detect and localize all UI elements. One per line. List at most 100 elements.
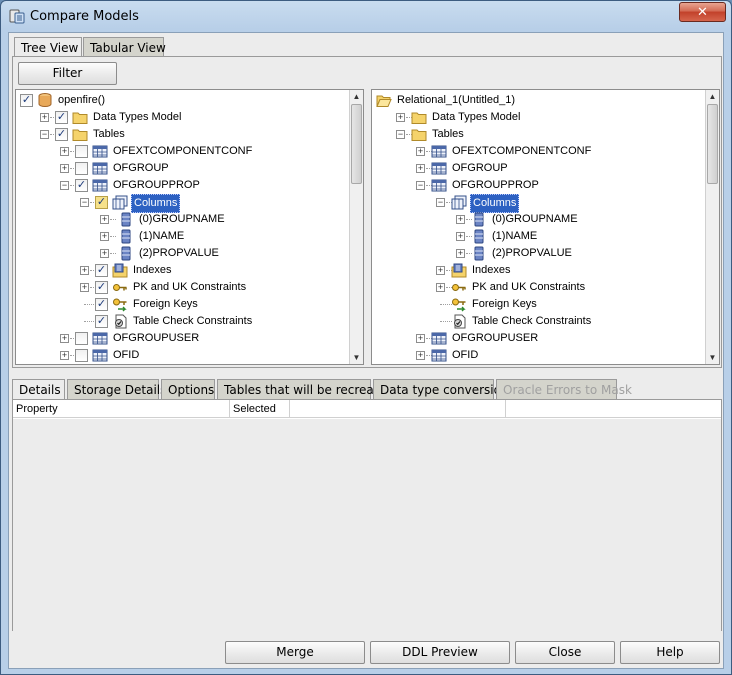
expand-icon[interactable]: + bbox=[100, 215, 109, 224]
expand-icon[interactable]: + bbox=[436, 283, 445, 292]
expand-icon[interactable]: + bbox=[396, 113, 405, 122]
tree-node-label: PK and UK Constraints bbox=[133, 281, 247, 293]
merge-button[interactable]: Merge bbox=[225, 641, 365, 664]
collapse-icon[interactable]: − bbox=[396, 130, 405, 139]
help-button[interactable]: Help bbox=[620, 641, 720, 664]
column-header-blank[interactable] bbox=[506, 400, 722, 418]
expand-icon[interactable]: + bbox=[416, 164, 425, 173]
expand-icon[interactable]: + bbox=[416, 147, 425, 156]
tab-storage-details[interactable]: Storage Details bbox=[67, 379, 166, 399]
scroll-down-arrow-icon[interactable]: ▼ bbox=[350, 351, 363, 364]
tree-node-pk-and-uk-constraints[interactable]: + ✓ PK and UK Constraints bbox=[16, 279, 346, 296]
tree-node-ofextcomponentconf[interactable]: + OFEXTCOMPONENTCONF bbox=[372, 143, 702, 160]
expand-icon[interactable]: + bbox=[60, 147, 69, 156]
tree-node-tables[interactable]: − ✓ Tables bbox=[16, 126, 346, 143]
tree-node-ofgroup[interactable]: + OFGROUP bbox=[16, 160, 346, 177]
column-header-property[interactable]: Property bbox=[13, 400, 230, 418]
collapse-icon[interactable]: − bbox=[40, 130, 49, 139]
checkbox[interactable] bbox=[75, 145, 88, 158]
checkbox[interactable]: ✓ bbox=[95, 315, 108, 328]
tree-node-table-check-constraints[interactable]: ✓ Table Check Constraints bbox=[16, 313, 346, 330]
tree-node-openfire[interactable]: ✓ openfire() bbox=[16, 92, 346, 109]
scroll-down-arrow-icon[interactable]: ▼ bbox=[706, 351, 719, 364]
collapse-icon[interactable]: − bbox=[60, 181, 69, 190]
expand-icon[interactable]: + bbox=[80, 283, 89, 292]
checkbox[interactable] bbox=[75, 349, 88, 362]
tree-node-data-types-model[interactable]: + ✓ Data Types Model bbox=[16, 109, 346, 126]
checkbox[interactable]: ✓ bbox=[95, 281, 108, 294]
right-tree-scrollbar[interactable]: ▲ ▼ bbox=[705, 90, 719, 364]
tree-node-ofgroupuser[interactable]: + OFGROUPUSER bbox=[372, 330, 702, 347]
expand-icon[interactable]: + bbox=[456, 249, 465, 258]
tree-node-1-name[interactable]: + (1)NAME bbox=[372, 228, 702, 245]
checkbox[interactable]: ✓ bbox=[20, 94, 33, 107]
window-close-button[interactable]: ✕ bbox=[679, 2, 726, 22]
collapse-icon[interactable]: − bbox=[416, 181, 425, 190]
tree-node-2-propvalue[interactable]: + (2)PROPVALUE bbox=[372, 245, 702, 262]
expand-icon[interactable]: + bbox=[436, 266, 445, 275]
tree-node-foreign-keys[interactable]: Foreign Keys bbox=[372, 296, 702, 313]
tree-node-ofgroupprop[interactable]: − ✓ OFGROUPPROP bbox=[16, 177, 346, 194]
checkbox[interactable]: ✓ bbox=[55, 128, 68, 141]
scroll-up-arrow-icon[interactable]: ▲ bbox=[350, 90, 363, 103]
tree-node-1-name[interactable]: + (1)NAME bbox=[16, 228, 346, 245]
scroll-thumb[interactable] bbox=[351, 104, 362, 184]
tab-tree-view[interactable]: Tree View bbox=[14, 37, 82, 58]
expand-icon[interactable]: + bbox=[80, 266, 89, 275]
close-button[interactable]: Close bbox=[515, 641, 615, 664]
tree-node-ofextcomponentconf[interactable]: + OFEXTCOMPONENTCONF bbox=[16, 143, 346, 160]
tab-tables-recreated[interactable]: Tables that will be recreated bbox=[217, 379, 394, 399]
expand-icon[interactable]: + bbox=[60, 351, 69, 360]
tree-node-indexes[interactable]: + ✓ Indexes bbox=[16, 262, 346, 279]
checkbox[interactable]: ✓ bbox=[95, 196, 108, 209]
tree-node-ofid[interactable]: + OFID bbox=[16, 347, 346, 364]
expand-icon[interactable]: + bbox=[416, 351, 425, 360]
expand-icon[interactable]: + bbox=[60, 164, 69, 173]
expand-icon[interactable]: + bbox=[40, 113, 49, 122]
tree-node-ofid[interactable]: + OFID bbox=[372, 347, 702, 364]
tree-node-pk-and-uk-constraints[interactable]: + PK and UK Constraints bbox=[372, 279, 702, 296]
expand-icon[interactable]: + bbox=[100, 232, 109, 241]
checkbox[interactable]: ✓ bbox=[75, 179, 88, 192]
tree-node-0-groupname[interactable]: + (0)GROUPNAME bbox=[16, 211, 346, 228]
tree-node-relational-1-untitled-1[interactable]: Relational_1(Untitled_1) bbox=[372, 92, 702, 109]
scroll-thumb[interactable] bbox=[707, 104, 718, 184]
tree-node-columns[interactable]: − ✓ Columns bbox=[16, 194, 346, 213]
collapse-icon[interactable]: − bbox=[436, 198, 445, 207]
tree-node-0-groupname[interactable]: + (0)GROUPNAME bbox=[372, 211, 702, 228]
tab-options[interactable]: Options bbox=[161, 379, 215, 399]
source-model-tree[interactable]: ▲ ▼ ✓ openfire() + ✓ Data Types Model − ✓ Table… bbox=[15, 89, 364, 365]
title-bar[interactable]: Compare Models ✕ bbox=[1, 1, 731, 31]
checkbox[interactable]: ✓ bbox=[95, 264, 108, 277]
expand-icon[interactable]: + bbox=[456, 232, 465, 241]
checkbox[interactable] bbox=[75, 162, 88, 175]
collapse-icon[interactable]: − bbox=[80, 198, 89, 207]
target-model-tree[interactable]: ▲ ▼ Relational_1(Untitled_1) + Data Types … bbox=[371, 89, 720, 365]
tree-node-ofgroupuser[interactable]: + OFGROUPUSER bbox=[16, 330, 346, 347]
tab-data-type-conversion[interactable]: Data type conversion bbox=[373, 379, 509, 399]
column-header-selected[interactable]: Selected bbox=[230, 400, 290, 418]
ddl-preview-button[interactable]: DDL Preview bbox=[370, 641, 510, 664]
tree-node-tables[interactable]: − Tables bbox=[372, 126, 702, 143]
filter-button[interactable]: Filter bbox=[18, 62, 117, 85]
tree-node-foreign-keys[interactable]: ✓ Foreign Keys bbox=[16, 296, 346, 313]
tree-node-2-propvalue[interactable]: + (2)PROPVALUE bbox=[16, 245, 346, 262]
checkbox[interactable] bbox=[75, 332, 88, 345]
tree-node-ofgroupprop[interactable]: − OFGROUPPROP bbox=[372, 177, 702, 194]
scroll-up-arrow-icon[interactable]: ▲ bbox=[706, 90, 719, 103]
expand-icon[interactable]: + bbox=[100, 249, 109, 258]
tree-node-columns[interactable]: − Columns bbox=[372, 194, 702, 213]
checkbox[interactable]: ✓ bbox=[95, 298, 108, 311]
expand-icon[interactable]: + bbox=[416, 334, 425, 343]
expand-icon[interactable]: + bbox=[60, 334, 69, 343]
tree-node-ofgroup[interactable]: + OFGROUP bbox=[372, 160, 702, 177]
tab-details[interactable]: Details bbox=[12, 379, 65, 400]
left-tree-scrollbar[interactable]: ▲ ▼ bbox=[349, 90, 363, 364]
tree-node-indexes[interactable]: + Indexes bbox=[372, 262, 702, 279]
tree-node-table-check-constraints[interactable]: Table Check Constraints bbox=[372, 313, 702, 330]
expand-icon[interactable]: + bbox=[456, 215, 465, 224]
checkbox[interactable]: ✓ bbox=[55, 111, 68, 124]
tab-tabular-view[interactable]: Tabular View bbox=[83, 37, 166, 57]
tree-node-data-types-model[interactable]: + Data Types Model bbox=[372, 109, 702, 126]
column-header-blank[interactable] bbox=[290, 400, 506, 418]
